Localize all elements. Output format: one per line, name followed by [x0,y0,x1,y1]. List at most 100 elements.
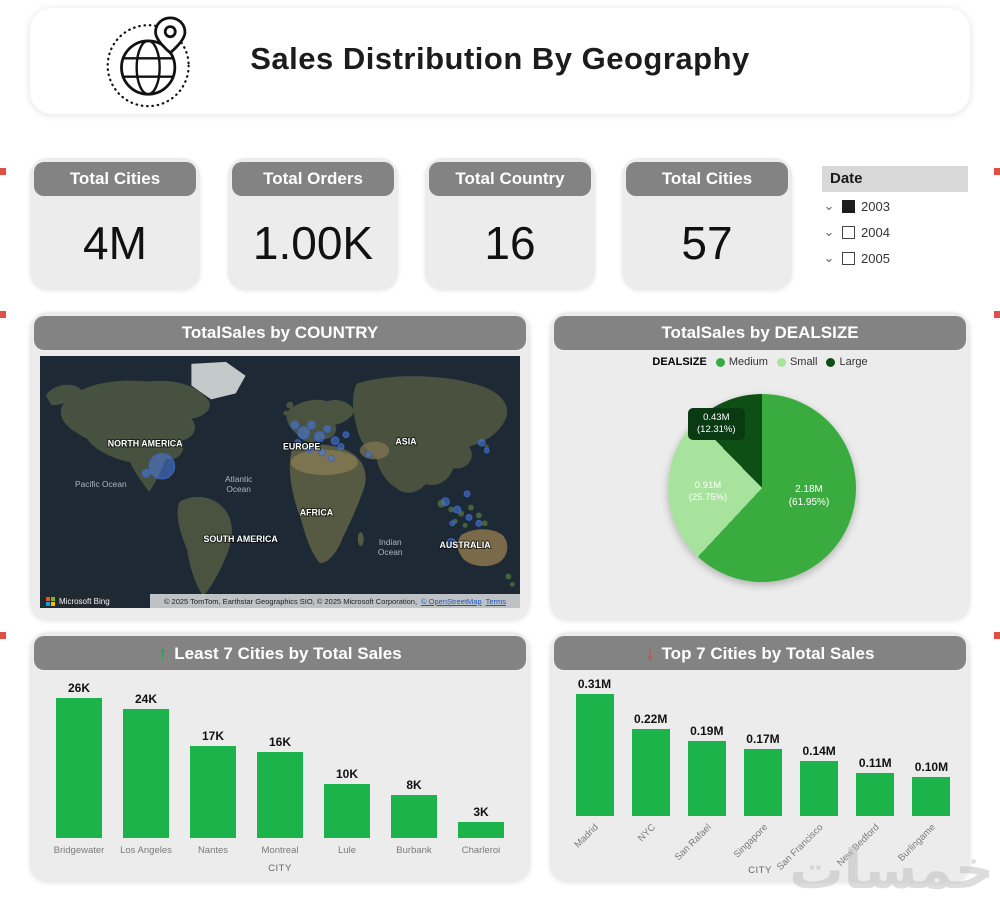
bar-category-label: Montreal [261,845,299,856]
kpi-value: 4M [83,217,147,269]
bar-charleroi[interactable] [458,822,504,838]
legend-title: DEALSIZE [652,356,707,368]
bar-category-label: Bridgewater [53,845,105,856]
bar-column: 26K Bridgewater [48,681,110,856]
dealsize-pie[interactable]: 0.43M (12.31%) 0.91M (25.75%) 2.18M (61.… [668,394,856,582]
bar-area: 0.17M [738,694,787,816]
date-option-2003[interactable]: ⌄ 2003 [822,194,972,218]
panel-title-text: Least 7 Cities by Total Sales [174,644,402,663]
bar-value-label: 0.31M [577,677,612,691]
bar-area: 8K [383,698,445,838]
bar-nyc[interactable] [631,729,670,816]
date-option-2005[interactable]: ⌄ 2005 [822,246,972,270]
copyright-text: © 2025 TomTom, Earthstar Geographics SIO… [163,596,418,606]
bar-column: 24K Los Angeles [115,692,177,856]
bar-category-label: Los Angeles [120,845,172,856]
page-title: Sales Distribution By Geography [250,41,750,76]
date-option-label: 2003 [861,198,890,214]
bar-column: 3K Charleroi [450,698,512,856]
bar-value-label: 0.14M [802,744,836,758]
bar-column: 0.19M San Rafael [673,694,731,872]
bar-burlingame[interactable] [912,777,951,816]
bar-area: 16K [249,698,311,838]
checkbox-2003[interactable] [842,199,855,213]
bar-san-rafael[interactable] [687,741,726,816]
bar-category-label: Burbank [396,845,432,856]
chevron-down-icon[interactable]: ⌄ [822,251,836,264]
bar-burbank[interactable] [391,795,437,838]
bar-value-label: 0.22M [633,712,668,726]
bar-new-bedford[interactable] [856,773,895,816]
map-label-indian: Indian [379,537,402,547]
bar-area: 0.14M [795,694,844,816]
down-arrow-icon: ↓ [645,643,655,663]
bar-madrid[interactable] [575,694,614,816]
map-title: TotalSales by COUNTRY [34,316,526,350]
map-label-north-america: NORTH AMERICA [108,439,183,449]
bar-value-label: 0.17M [746,732,780,746]
legend-item-small[interactable]: Small [776,356,818,368]
checkbox-2005[interactable] [842,251,855,265]
least-cities-panel: ↑ Least 7 Cities by Total Sales 26K Bridge… [30,632,530,882]
bar-singapore[interactable] [743,749,782,816]
kpi-value: 57 [681,217,733,269]
map-panel: TotalSales by COUNTRY NORTH AMERICA EURO… [30,312,530,620]
bar-category-label: San Rafael [672,822,714,864]
bar-bridgewater[interactable] [56,698,102,838]
kpi-value: 16 [484,217,536,269]
watermark: خمسات [789,838,994,897]
least-cities-bar-chart: 26K Bridgewater 24K Los Angeles 17K Nantes 16K… [48,681,512,856]
kpi-card-total-cities-2: Total Cities 57 [622,158,792,290]
bar-value-label: 16K [268,735,291,749]
bar-area: 3K [450,698,512,838]
dashboard-canvas: Sales Distribution By Geography Total Ci… [0,0,1000,897]
map-label-europe: EUROPE [283,442,320,452]
header-card: Sales Distribution By Geography [30,8,970,114]
kpi-card-total-cities-1: Total Cities 4M [30,158,200,290]
pie-value: 0.91M [694,480,722,491]
dealsize-pie-panel: TotalSales by DEALSIZE DEALSIZE Medium S… [550,312,970,620]
legend-dot-small [776,357,786,367]
pie-label-large: 0.43M (12.31%) [688,408,745,440]
bar-column: 0.17M Singapore [731,694,787,872]
bar-column: 0.31M Madrid [570,677,619,872]
crop-mark [994,168,1000,175]
checkbox-2004[interactable] [842,225,855,239]
bar-value-label: 0.10M [914,760,949,774]
bar-montreal[interactable] [257,752,303,838]
bar-value-label: 0.19M [690,724,724,738]
bar-san-francisco[interactable] [800,761,839,816]
legend-item-large[interactable]: Large [826,356,868,368]
pie-label-small: 0.91M (25.75%) [674,480,742,504]
legend-item-medium[interactable]: Medium [715,356,768,368]
bar-nantes[interactable] [190,746,236,838]
pie-percent: (12.31%) [697,423,736,435]
bar-column: 16K Montreal [249,698,311,856]
kpi-value: 1.00K [252,217,374,269]
bar-value-label: 26K [67,681,90,695]
bar-area: 17K [182,698,244,838]
legend-label: Large [839,356,868,368]
chevron-down-icon[interactable]: ⌄ [822,199,836,212]
bar-value-label: 0.11M [858,756,892,770]
bar-value-label: 3K [473,805,489,819]
kpi-label: Total Orders [232,162,394,196]
microsoft-logo-icon [46,596,55,606]
bar-los-angeles[interactable] [123,709,169,838]
crop-mark [0,168,6,175]
map-provider-label: Microsoft Bing [59,596,110,606]
terms-link[interactable]: Terms [486,597,506,606]
legend-dot-medium [715,357,725,367]
map-label-south-america: SOUTH AMERICA [203,534,278,544]
up-arrow-icon: ↑ [158,643,168,663]
bar-area: 0.31M [570,677,619,816]
crop-mark [994,632,1000,639]
legend-label: Small [789,356,818,368]
chevron-down-icon[interactable]: ⌄ [822,225,836,238]
date-slicer-title: Date [822,166,968,192]
bar-lule[interactable] [324,784,370,838]
date-option-2004[interactable]: ⌄ 2004 [822,220,972,244]
openstreetmap-link[interactable]: © OpenStreetMap [421,597,482,606]
world-map[interactable]: NORTH AMERICA EUROPE ASIA AFRICA SOUTH A… [40,356,520,608]
bing-attribution: Microsoft Bing [40,594,116,608]
